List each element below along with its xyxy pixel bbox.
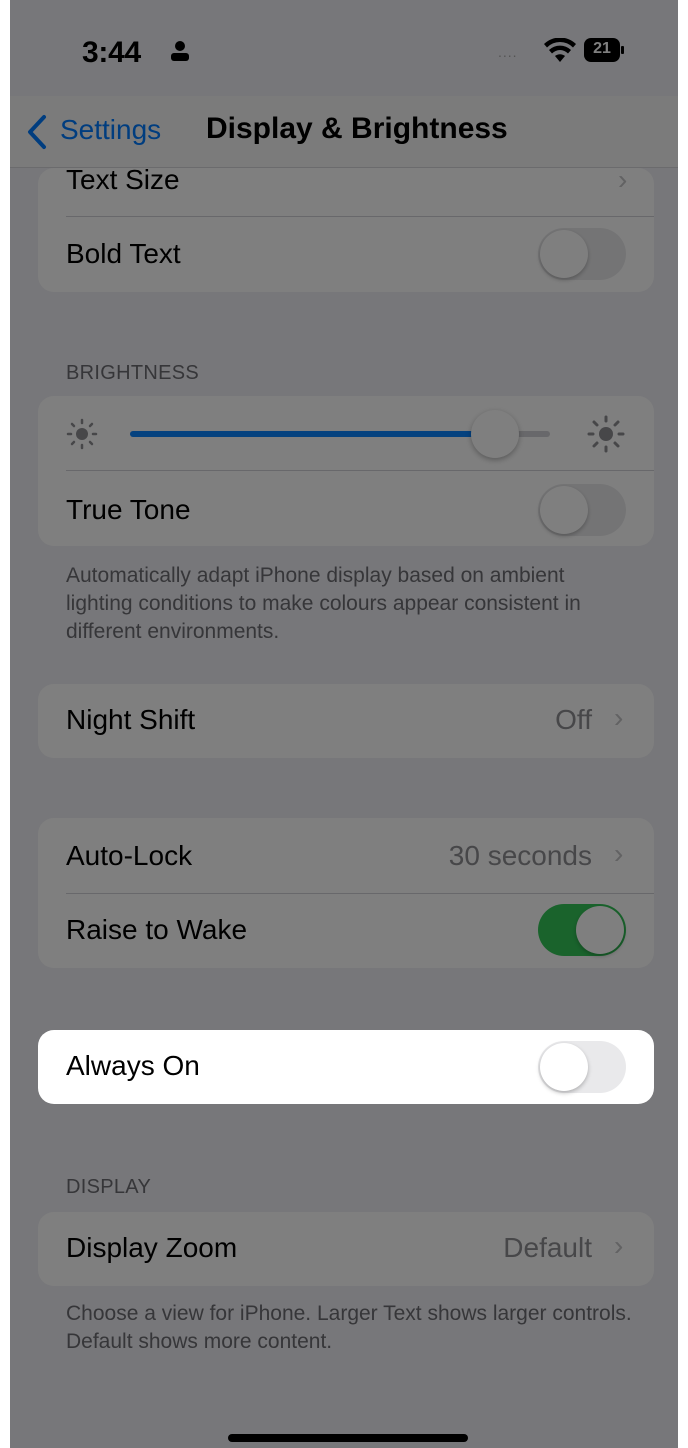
battery-level: 21 — [593, 40, 611, 57]
night-shift-value: Off — [555, 704, 592, 735]
display-zoom-value: Default — [503, 1232, 592, 1263]
sun-small-icon — [66, 418, 98, 450]
display-zoom-description: Choose a view for iPhone. Larger Text sh… — [66, 1302, 632, 1353]
raise-to-wake-label: Raise to Wake — [66, 914, 248, 945]
text-size-label[interactable]: Text Size — [66, 164, 180, 196]
true-tone-toggle[interactable] — [538, 484, 626, 536]
chevron-right-icon: › — [618, 164, 628, 195]
settings-screen: 3:44 .... 21 Settings Display & Brightne… — [10, 0, 678, 1448]
divider — [66, 216, 654, 217]
chevron-right-icon: › — [614, 838, 624, 869]
display-section-header: DISPLAY — [66, 1176, 152, 1198]
divider — [66, 893, 654, 894]
brightness-section-header: BRIGHTNESS — [66, 362, 200, 384]
divider — [66, 470, 654, 471]
status-time: 3:44 — [82, 36, 141, 69]
battery-icon: 21 — [584, 38, 624, 62]
chevron-right-icon: › — [614, 702, 624, 733]
back-button[interactable]: Settings — [60, 114, 161, 146]
chevron-right-icon: › — [614, 1230, 624, 1261]
page-title: Display & Brightness — [206, 112, 508, 145]
back-chevron-icon[interactable] — [26, 114, 48, 150]
auto-lock-label[interactable]: Auto-Lock — [66, 840, 192, 872]
always-on-toggle[interactable] — [538, 1041, 626, 1093]
bold-text-toggle[interactable] — [538, 228, 626, 280]
true-tone-description: Automatically adapt iPhone display based… — [66, 564, 581, 643]
bold-text-label: Bold Text — [66, 238, 181, 269]
sun-large-icon — [587, 415, 625, 453]
home-indicator — [228, 1434, 468, 1442]
brightness-slider-fill — [130, 431, 496, 437]
wifi-icon — [544, 38, 576, 62]
auto-lock-value: 30 seconds — [448, 840, 592, 871]
always-on-label: Always On — [66, 1050, 200, 1081]
night-shift-label[interactable]: Night Shift — [66, 704, 195, 736]
cellular-signal-icon: .... — [498, 44, 518, 60]
display-zoom-label[interactable]: Display Zoom — [66, 1232, 237, 1264]
person-icon — [171, 41, 189, 61]
true-tone-label: True Tone — [66, 494, 191, 525]
raise-to-wake-toggle[interactable] — [538, 904, 626, 956]
